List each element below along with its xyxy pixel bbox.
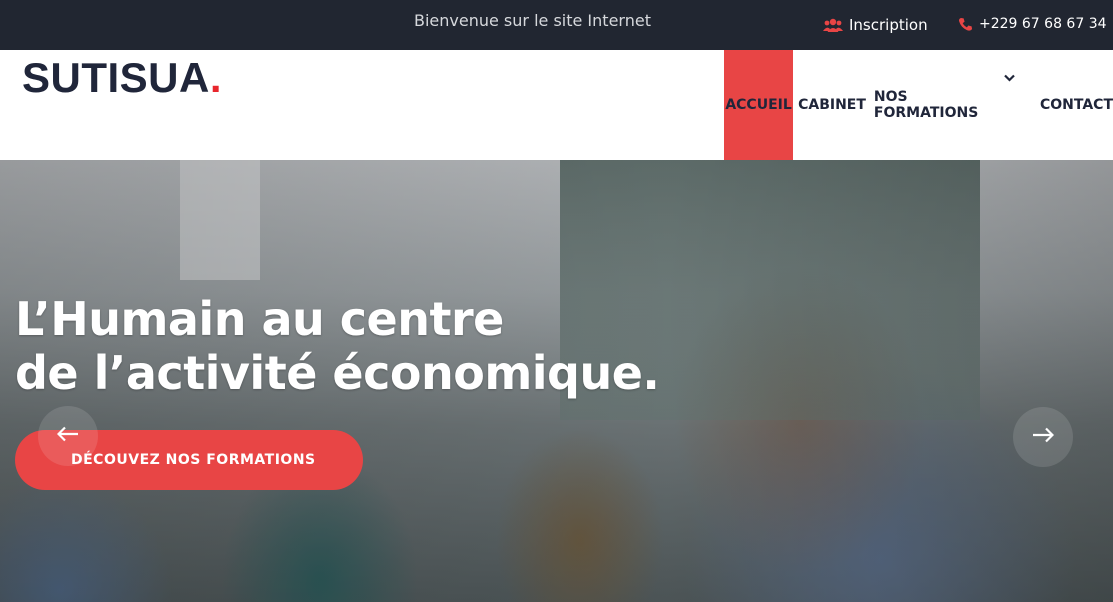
site-header: SUTISUA. ACCUEIL CABINET NOS FORMATIONS …	[0, 50, 1113, 160]
nav-item-accueil[interactable]: ACCUEIL	[724, 50, 794, 160]
logo-text: SUTISUA	[22, 54, 210, 101]
nav-item-contact[interactable]: CONTACT	[1040, 50, 1113, 160]
signup-label: Inscription	[849, 16, 928, 34]
arrow-left-icon	[56, 426, 79, 447]
phone-icon	[958, 17, 973, 32]
signup-link[interactable]: Inscription	[823, 16, 928, 34]
nav-item-nos-formations-label: NOS FORMATIONS	[873, 89, 979, 121]
site-logo[interactable]: SUTISUA.	[22, 54, 222, 102]
phone-link[interactable]: +229 67 68 67 34	[958, 16, 1107, 32]
users-icon	[823, 18, 843, 32]
nav-item-cabinet[interactable]: CABINET	[798, 50, 866, 160]
nav-item-nos-formations[interactable]: NOS FORMATIONS	[874, 50, 1015, 160]
hero-slider: L’Humain au centre de l’activité économi…	[0, 160, 1113, 602]
chevron-down-icon	[1004, 72, 1015, 85]
logo-dot: .	[209, 54, 223, 101]
slider-prev-button[interactable]	[38, 406, 98, 466]
hero-title: L’Humain au centre de l’activité économi…	[15, 292, 660, 400]
arrow-right-icon	[1032, 427, 1055, 448]
welcome-text: Bienvenue sur le site Internet	[414, 11, 651, 30]
phone-number: +229 67 68 67 34	[979, 16, 1107, 32]
hero-title-line2: de l’activité économique.	[15, 346, 660, 400]
top-bar: Bienvenue sur le site Internet Inscripti…	[0, 0, 1113, 50]
slider-next-button[interactable]	[1013, 407, 1073, 467]
hero-title-line1: L’Humain au centre	[15, 292, 504, 346]
main-nav: ACCUEIL CABINET NOS FORMATIONS CONTACT	[724, 50, 1113, 160]
